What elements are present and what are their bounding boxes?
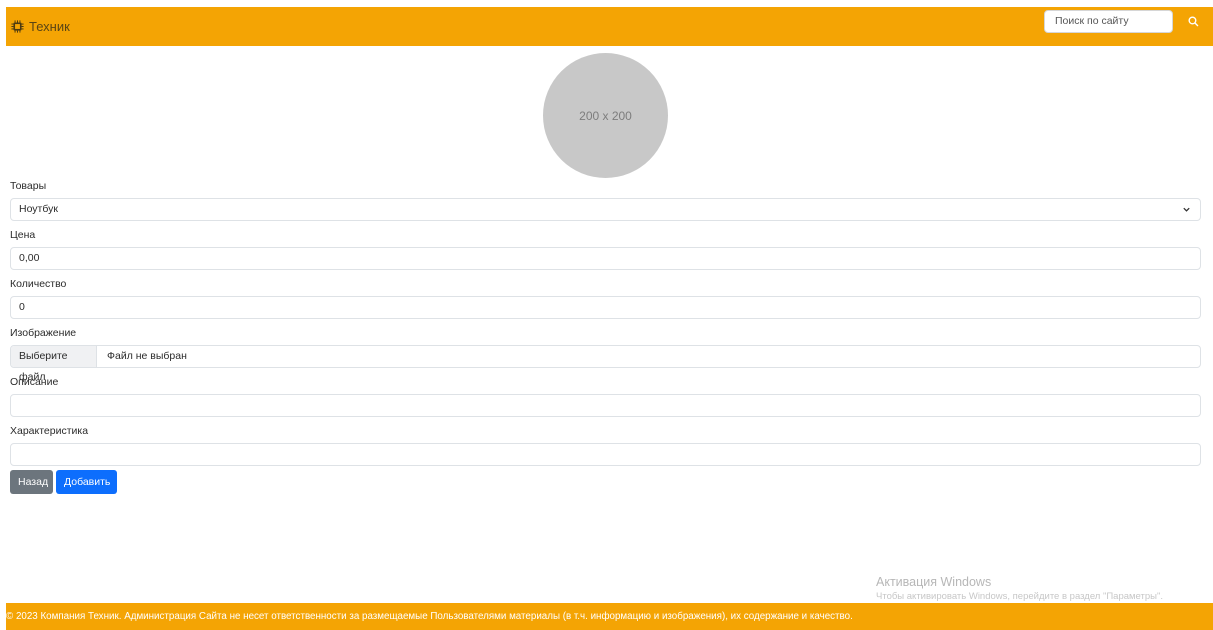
search-button[interactable] bbox=[1180, 10, 1206, 33]
image-placeholder: 200 x 200 bbox=[543, 53, 668, 178]
chevron-down-icon bbox=[1183, 207, 1190, 212]
page-frame: Техник Поиск по сайту 200 x 200 Товары Н… bbox=[6, 7, 1213, 630]
specs-input[interactable] bbox=[10, 443, 1201, 466]
description-label: Описание bbox=[10, 376, 59, 388]
quantity-input[interactable]: 0 bbox=[10, 296, 1201, 319]
search-icon bbox=[1187, 16, 1198, 27]
file-status: Файл не выбран bbox=[107, 350, 187, 362]
add-button[interactable]: Добавить bbox=[56, 470, 117, 494]
description-input[interactable] bbox=[10, 394, 1201, 417]
brand-label: Техник bbox=[29, 19, 70, 34]
brand-link[interactable]: Техник bbox=[11, 19, 70, 34]
specs-label: Характеристика bbox=[10, 425, 89, 437]
image-label: Изображение bbox=[10, 327, 77, 339]
price-label: Цена bbox=[10, 229, 36, 241]
products-selected-value: Ноутбук bbox=[19, 203, 58, 215]
navbar: Техник Поиск по сайту bbox=[6, 7, 1213, 46]
windows-activation-title: Активация Windows bbox=[876, 575, 992, 589]
price-input[interactable]: 0,00 bbox=[10, 247, 1201, 270]
choose-file-button[interactable]: Выберите файл bbox=[11, 346, 97, 383]
footer-text: © 2023 Компания Техник. Администрация Са… bbox=[6, 611, 853, 622]
footer: © 2023 Компания Техник. Администрация Са… bbox=[6, 603, 1213, 630]
products-label: Товары bbox=[10, 180, 47, 192]
image-file-input[interactable]: Выберите файл Файл не выбран bbox=[10, 345, 1201, 383]
search-input[interactable]: Поиск по сайту bbox=[1044, 10, 1173, 33]
products-select[interactable]: Ноутбук bbox=[10, 198, 1201, 221]
image-placeholder-text: 200 x 200 bbox=[579, 108, 632, 123]
quantity-label: Количество bbox=[10, 278, 67, 290]
back-button[interactable]: Назад bbox=[10, 470, 53, 494]
chip-icon bbox=[11, 20, 24, 33]
windows-activation-subtitle: Чтобы активировать Windows, перейдите в … bbox=[876, 591, 1163, 602]
